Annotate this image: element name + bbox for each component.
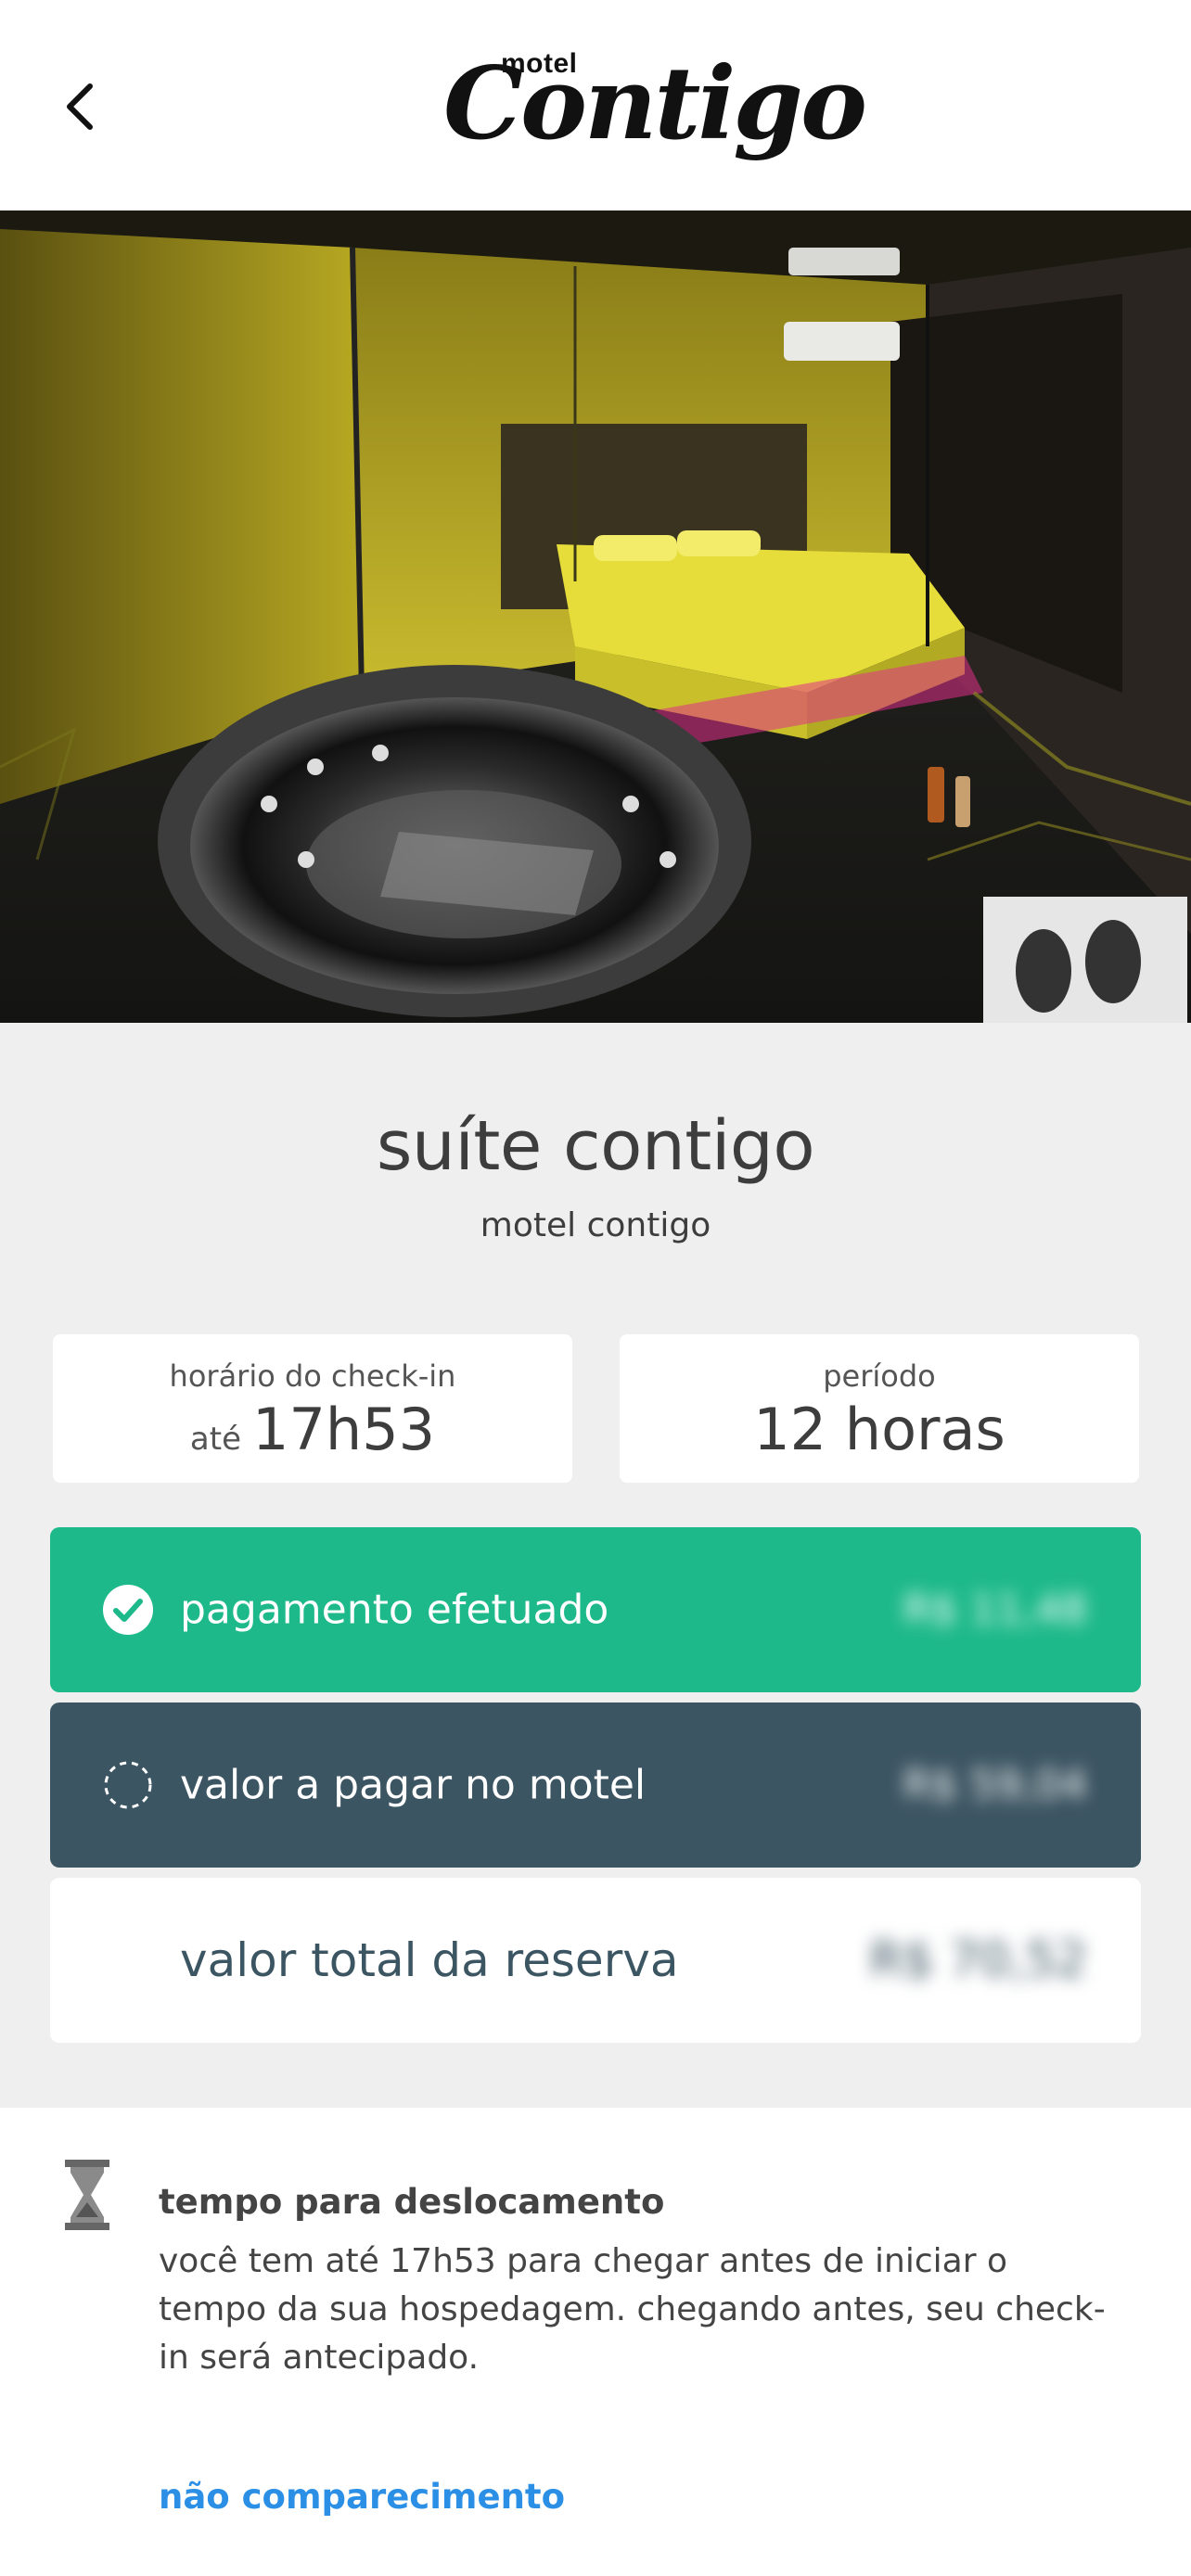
total-amount: R$ 70,52 xyxy=(869,1932,1087,1988)
payment-paid-bar: pagamento efetuado R$ 11,48 xyxy=(50,1527,1141,1692)
checkin-card: horário do check-in até 17h53 xyxy=(53,1334,572,1483)
travel-description: você tem até 17h53 para chegar antes de … xyxy=(159,2242,1106,2377)
checkin-prefix: até xyxy=(189,1421,241,1458)
suite-photo xyxy=(0,210,1191,1023)
chevron-left-icon xyxy=(67,83,93,130)
suite-title: suíte contigo xyxy=(376,1106,815,1186)
total-label: valor total da reserva xyxy=(180,1933,679,1987)
due-amount: R$ 59,04 xyxy=(903,1761,1087,1809)
hourglass-icon xyxy=(65,2160,109,2230)
reservation-section: suíte contigo motel contigo horário do c… xyxy=(0,1023,1191,2108)
motel-name: motel contigo xyxy=(480,1206,711,1244)
due-label: valor a pagar no motel xyxy=(180,1761,647,1809)
app-header: motel Contigo xyxy=(0,0,1191,210)
travel-title: tempo para deslocamento xyxy=(159,2182,665,2222)
payment-due-bar: valor a pagar no motel R$ 59,04 xyxy=(50,1702,1141,1868)
logo-big-text: Contigo xyxy=(443,45,867,162)
period-label: período xyxy=(823,1358,936,1394)
back-button[interactable] xyxy=(46,65,111,148)
travel-info-section: tempo para deslocamento você tem até 17h… xyxy=(0,2108,1191,2576)
dashed-circle-icon xyxy=(104,1761,152,1809)
paid-amount: R$ 11,48 xyxy=(903,1586,1087,1634)
no-show-link[interactable]: não comparecimento xyxy=(159,2477,565,2517)
checkin-time: 17h53 xyxy=(252,1396,436,1463)
check-circle-icon xyxy=(103,1585,153,1635)
period-card: período 12 horas xyxy=(620,1334,1139,1483)
checkin-label: horário do check-in xyxy=(169,1358,456,1394)
motel-logo: motel Contigo xyxy=(436,37,867,176)
payment-total-bar: valor total da reserva R$ 70,52 xyxy=(50,1878,1141,2043)
period-value: 12 horas xyxy=(753,1396,1005,1463)
paid-label: pagamento efetuado xyxy=(180,1586,609,1634)
